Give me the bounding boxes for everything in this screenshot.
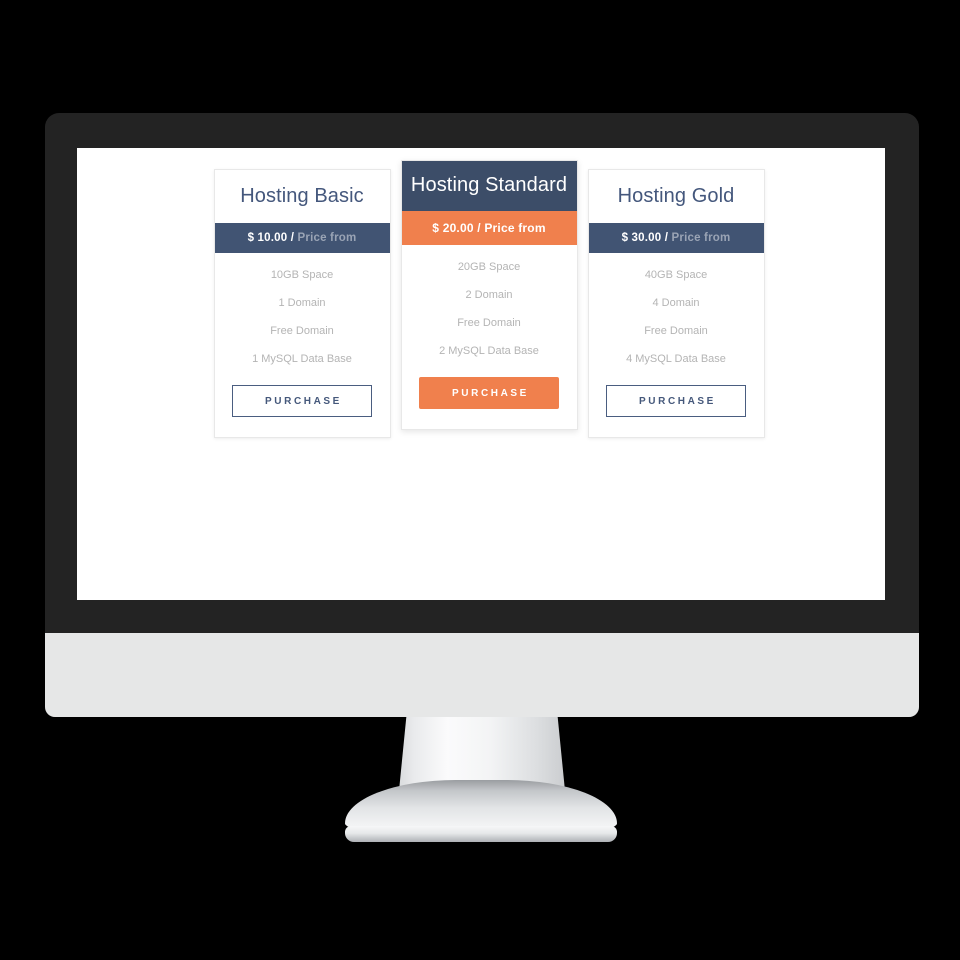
monitor-chin	[45, 633, 919, 717]
plan-title: Hosting Standard	[401, 161, 577, 211]
monitor-frame: Hosting Basic $ 10.00 / Price from 10GB …	[45, 113, 919, 717]
plan-feature-item: 20GB Space	[457, 260, 521, 273]
plan-feature-item: 2 Domain	[465, 288, 513, 301]
purchase-button[interactable]: PURCHASE	[606, 384, 746, 417]
plan-feature-item: Free Domain	[457, 316, 521, 329]
plan-feature-item: 4 MySQL Data Base	[626, 352, 726, 365]
plan-feature-item: 1 MySQL Data Base	[252, 352, 352, 365]
plan-price-amount: $ 30.00 /	[621, 231, 669, 244]
plan-price-suffix: Price from	[484, 220, 546, 235]
plan-price-bar: $ 20.00 / Price from	[401, 210, 577, 245]
plan-price-amount: $ 20.00 /	[432, 220, 481, 235]
plan-feature-item: Free Domain	[644, 324, 708, 337]
purchase-button[interactable]: PURCHASE	[419, 376, 559, 409]
plan-price-bar: $ 30.00 / Price from	[588, 222, 764, 253]
plan-feature-item: 10GB Space	[270, 268, 334, 281]
plan-title: Hosting Basic	[240, 185, 364, 207]
pricing-card-basic[interactable]: Hosting Basic $ 10.00 / Price from 10GB …	[213, 169, 391, 438]
plan-feature-list: 20GB Space 2 Domain Free Domain 2 MySQL …	[402, 245, 577, 377]
monitor-screen: Hosting Basic $ 10.00 / Price from 10GB …	[77, 148, 885, 600]
monitor-stand-base	[345, 826, 617, 842]
plan-feature-item: Free Domain	[270, 324, 334, 337]
pricing-card-standard[interactable]: Hosting Standard $ 20.00 / Price from 20…	[400, 160, 578, 430]
pricing-table: Hosting Basic $ 10.00 / Price from 10GB …	[213, 160, 765, 438]
plan-feature-item: 4 Domain	[652, 296, 700, 309]
plan-feature-list: 40GB Space 4 Domain Free Domain 4 MySQL …	[589, 253, 764, 385]
plan-feature-item: 1 Domain	[278, 296, 326, 309]
plan-feature-item: 2 MySQL Data Base	[439, 344, 539, 357]
plan-title: Hosting Gold	[617, 185, 735, 207]
purchase-button[interactable]: PURCHASE	[232, 384, 372, 417]
plan-price-suffix: Price from	[297, 231, 357, 244]
pricing-card-gold[interactable]: Hosting Gold $ 30.00 / Price from 40GB S…	[587, 169, 765, 438]
plan-price-suffix: Price from	[671, 231, 731, 244]
plan-feature-list: 10GB Space 1 Domain Free Domain 1 MySQL …	[215, 253, 390, 385]
plan-price-bar: $ 10.00 / Price from	[214, 222, 390, 253]
plan-feature-item: 40GB Space	[644, 268, 708, 281]
plan-price-amount: $ 10.00 /	[247, 231, 295, 244]
